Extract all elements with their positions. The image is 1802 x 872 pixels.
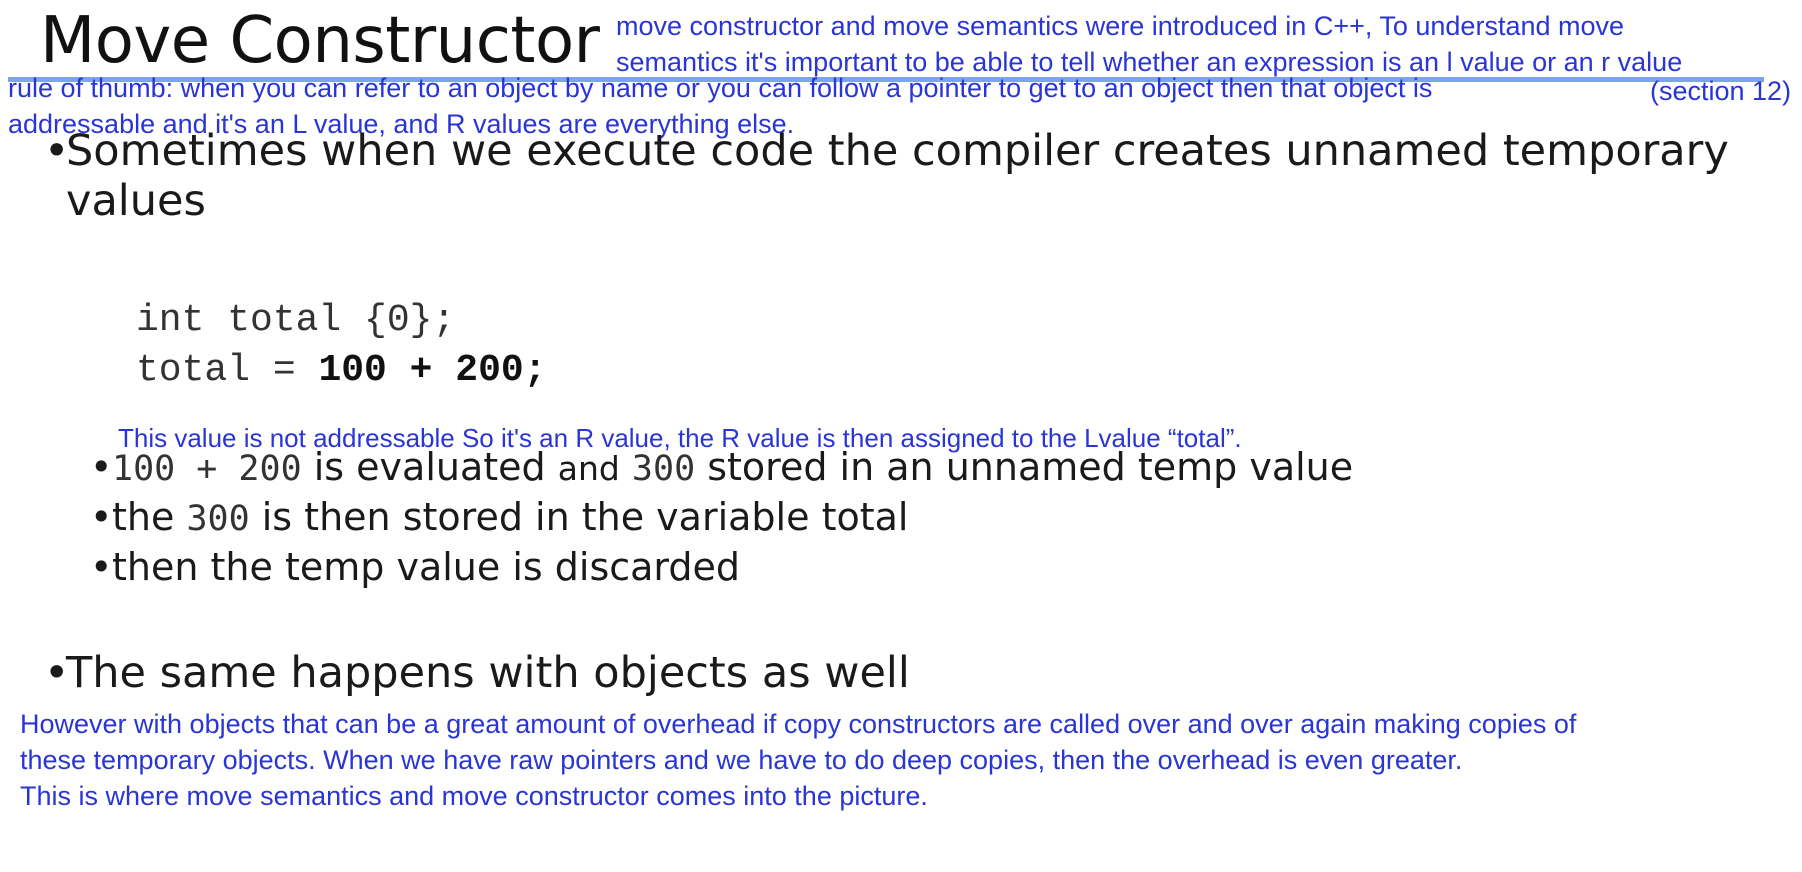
sub-bullet-and: and xyxy=(557,449,620,488)
bullet-temporary-values-text: Sometimes when we execute code the compi… xyxy=(66,126,1729,176)
code-expression: 100 + 200 xyxy=(112,449,302,489)
sub-bullet-text: the xyxy=(112,495,187,539)
code-line-2-bold: 100 + 200; xyxy=(318,349,547,392)
sub-bullet-evaluated: •100 + 200 is evaluated and 300 stored i… xyxy=(90,442,1353,494)
sub-bullet-discarded: •then the temp value is discarded xyxy=(90,542,740,592)
annotation-objects-line2: these temporary objects. When we have ra… xyxy=(20,745,1463,775)
sub-bullet-text: then the temp value is discarded xyxy=(112,545,741,589)
bullet-temporary-values-continued: values xyxy=(66,176,206,226)
bullet-objects: •The same happens with objects as well xyxy=(44,648,910,698)
bullet-dot: • xyxy=(44,648,70,698)
annotation-rule-line1: rule of thumb: when you can refer to an … xyxy=(8,73,1433,103)
sub-bullet-stored: •the 300 is then stored in the variable … xyxy=(90,492,908,544)
sub-bullet-text: is then stored in the variable total xyxy=(249,495,909,539)
annotation-intro-line1: move constructor and move semantics were… xyxy=(616,11,1625,41)
bullet-temporary-values: •Sometimes when we execute code the comp… xyxy=(44,126,1729,176)
bullet-dot: • xyxy=(90,545,113,589)
code-block: int total {0}; total = 100 + 200; xyxy=(136,296,546,396)
code-line-2: total = 100 + 200; xyxy=(136,346,546,396)
code-line-1: int total {0}; xyxy=(136,299,456,342)
annotation-objects: However with objects that can be a great… xyxy=(20,706,1576,814)
annotation-objects-line1: However with objects that can be a great… xyxy=(20,709,1577,739)
code-line-2-plain: total = xyxy=(136,349,319,392)
bullet-dot: • xyxy=(44,126,70,176)
slide-title: Move Constructor xyxy=(40,4,600,78)
sub-bullet-text: stored in an unnamed temp value xyxy=(695,445,1354,489)
annotation-section: (section 12) xyxy=(1650,76,1792,106)
code-value: 300 xyxy=(631,449,696,489)
bullet-objects-text: The same happens with objects as well xyxy=(66,648,910,698)
bullet-dot: • xyxy=(90,445,113,489)
sub-bullet-text: is evaluated xyxy=(301,445,558,489)
code-value: 300 xyxy=(186,499,250,539)
bullet-dot: • xyxy=(90,495,113,539)
annotation-objects-line3: This is where move semantics and move co… xyxy=(20,781,928,811)
